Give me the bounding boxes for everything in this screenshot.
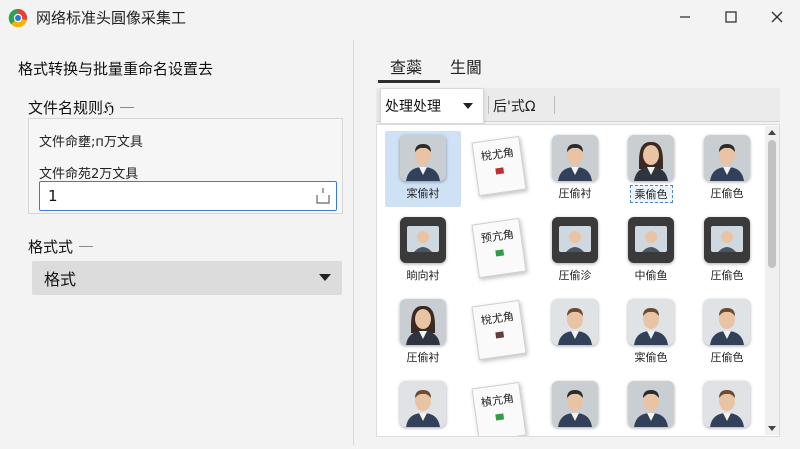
template-card: 预亢角: [471, 217, 527, 279]
thumbnail-caption: 圧偷沴: [558, 269, 592, 282]
label-rule: [79, 246, 94, 247]
card-label: 预亢角: [480, 227, 515, 246]
gallery-item[interactable]: 梲尤角: [461, 295, 537, 371]
template-card: 梲尤角: [471, 135, 527, 197]
card-label: 梲尤角: [480, 309, 515, 328]
gallery-item[interactable]: 寀偷色: [613, 295, 689, 371]
card-label: 梲尤角: [480, 145, 515, 164]
gallery-item[interactable]: 圧偷衬: [385, 295, 461, 371]
close-icon: [771, 11, 783, 23]
card-mark-icon: [495, 331, 505, 339]
minimize-button[interactable]: [662, 0, 708, 34]
headshot-thumbnail: [704, 381, 750, 427]
gallery-item[interactable]: 预亢角: [461, 213, 537, 289]
gallery-item[interactable]: [689, 377, 765, 436]
headshot-thumbnail: [704, 299, 750, 345]
name-rules-text: 文件名规则ℌ: [28, 99, 115, 117]
gallery-item[interactable]: [537, 295, 613, 371]
headshot-thumbnail: [400, 217, 446, 263]
tab-browse[interactable]: 查蘂: [390, 54, 422, 78]
gallery-item[interactable]: 圧偷色: [689, 131, 765, 207]
toolbar-separator: [488, 96, 489, 114]
thumbnail-caption: 圧偷衬: [406, 351, 440, 364]
headshot-thumbnail: [552, 135, 598, 181]
minimize-icon: [680, 16, 690, 18]
panel-divider: [353, 40, 354, 445]
template-card: 楨亢角: [471, 381, 527, 436]
maximize-icon: [725, 11, 737, 23]
thumbnail-caption: 中偷鱼: [634, 269, 668, 282]
gallery-item[interactable]: 楨亢角: [461, 377, 537, 436]
tab-generate[interactable]: 生閫: [450, 54, 482, 78]
rule-line-1: 文件命壅;п万文具: [39, 135, 143, 150]
chevron-down-icon: [319, 274, 331, 281]
start-number-input[interactable]: [39, 181, 337, 211]
thumbnail-caption: 圧偷色: [710, 269, 744, 282]
gallery-item[interactable]: 寀偷衬: [385, 131, 461, 207]
gallery-scrollbar[interactable]: [765, 126, 779, 435]
headshot-thumbnail: [628, 217, 674, 263]
gallery-item[interactable]: 乘偷色: [613, 131, 689, 207]
window-title: 网络标准头圓像采集工: [36, 9, 187, 27]
format-label-text: 格式式: [28, 238, 74, 256]
headshot-thumbnail: [628, 381, 674, 427]
headshot-thumbnail: [704, 217, 750, 263]
headshot-thumbnail: [704, 135, 750, 181]
gallery-toolbar: 处理处理 后'式Ω: [376, 88, 780, 124]
headshot-thumbnail: [552, 217, 598, 263]
tab-underline: [378, 80, 440, 83]
card-mark-icon: [495, 249, 505, 257]
headshot-thumbnail: [400, 135, 446, 181]
gallery-item[interactable]: 圧偷沴: [537, 213, 613, 289]
rule-line-2: 文件命苑2万文具: [39, 167, 139, 182]
toolbar-separator: [554, 96, 555, 114]
headshot-thumbnail: [628, 299, 674, 345]
headshot-thumbnail: [552, 381, 598, 427]
thumbnail-caption: 晌向衬: [406, 269, 440, 282]
scroll-up-icon[interactable]: [768, 129, 776, 137]
scroll-down-icon[interactable]: [768, 424, 776, 432]
template-card: 梲尤角: [471, 299, 527, 361]
label-rule: [120, 107, 135, 108]
app-icon: [8, 8, 28, 28]
image-gallery[interactable]: 寀偷衬 梲尤角 圧偷衬 乘偷色 圧偷色 晌向衬 预亢角 圧偷沴 中偷鱼 圧偷色 圧偷衬 梲尤角 寀偷色圧…: [376, 124, 780, 437]
format-select-value: 格式: [44, 270, 77, 289]
headshot-thumbnail: [400, 299, 446, 345]
format-select[interactable]: 格式: [32, 261, 342, 295]
name-rules-label: 文件名规则ℌ: [28, 97, 135, 118]
process-dropdown[interactable]: 处理处理: [380, 88, 484, 124]
gallery-item[interactable]: 圧偷色: [689, 295, 765, 371]
headshot-thumbnail: [400, 381, 446, 427]
headshot-thumbnail: [552, 299, 598, 345]
settings-title: 格式转换与批量重命名设置去: [18, 60, 214, 78]
gallery-item[interactable]: 圧偷衬: [537, 131, 613, 207]
process-dropdown-value: 处理处理: [385, 99, 441, 115]
card-label: 楨亢角: [480, 391, 515, 410]
after-format-button[interactable]: 后'式Ω: [493, 96, 536, 116]
thumbnail-caption: 乘偷色: [629, 185, 673, 203]
maximize-button[interactable]: [708, 0, 754, 34]
gallery-item[interactable]: [385, 377, 461, 436]
thumbnail-caption: 寀偷色: [634, 351, 668, 364]
gallery-item[interactable]: 梲尤角: [461, 131, 537, 207]
thumbnail-caption: 寀偷衬: [406, 187, 440, 200]
card-mark-icon: [495, 413, 505, 421]
format-label: 格式式: [28, 236, 94, 257]
card-mark-icon: [495, 167, 505, 175]
gallery-item[interactable]: 晌向衬: [385, 213, 461, 289]
thumbnail-caption: 圧偷色: [710, 187, 744, 200]
gallery-item[interactable]: 中偷鱼: [613, 213, 689, 289]
close-button[interactable]: [754, 0, 800, 34]
chevron-down-icon: [463, 103, 473, 109]
gallery-item[interactable]: 圧偷色: [689, 213, 765, 289]
name-rules-box: 文件命壅;п万文具 文件命苑2万文具: [28, 118, 343, 214]
gallery-item[interactable]: [613, 377, 689, 436]
thumbnail-caption: 圧偷色: [710, 351, 744, 364]
thumbnail-caption: 圧偷衬: [558, 187, 592, 200]
headshot-thumbnail: [628, 135, 674, 181]
spin-icon[interactable]: [314, 185, 332, 207]
scrollbar-thumb[interactable]: [768, 140, 776, 268]
gallery-item[interactable]: [537, 377, 613, 436]
title-bar: 网络标准头圓像采集工: [0, 0, 800, 34]
